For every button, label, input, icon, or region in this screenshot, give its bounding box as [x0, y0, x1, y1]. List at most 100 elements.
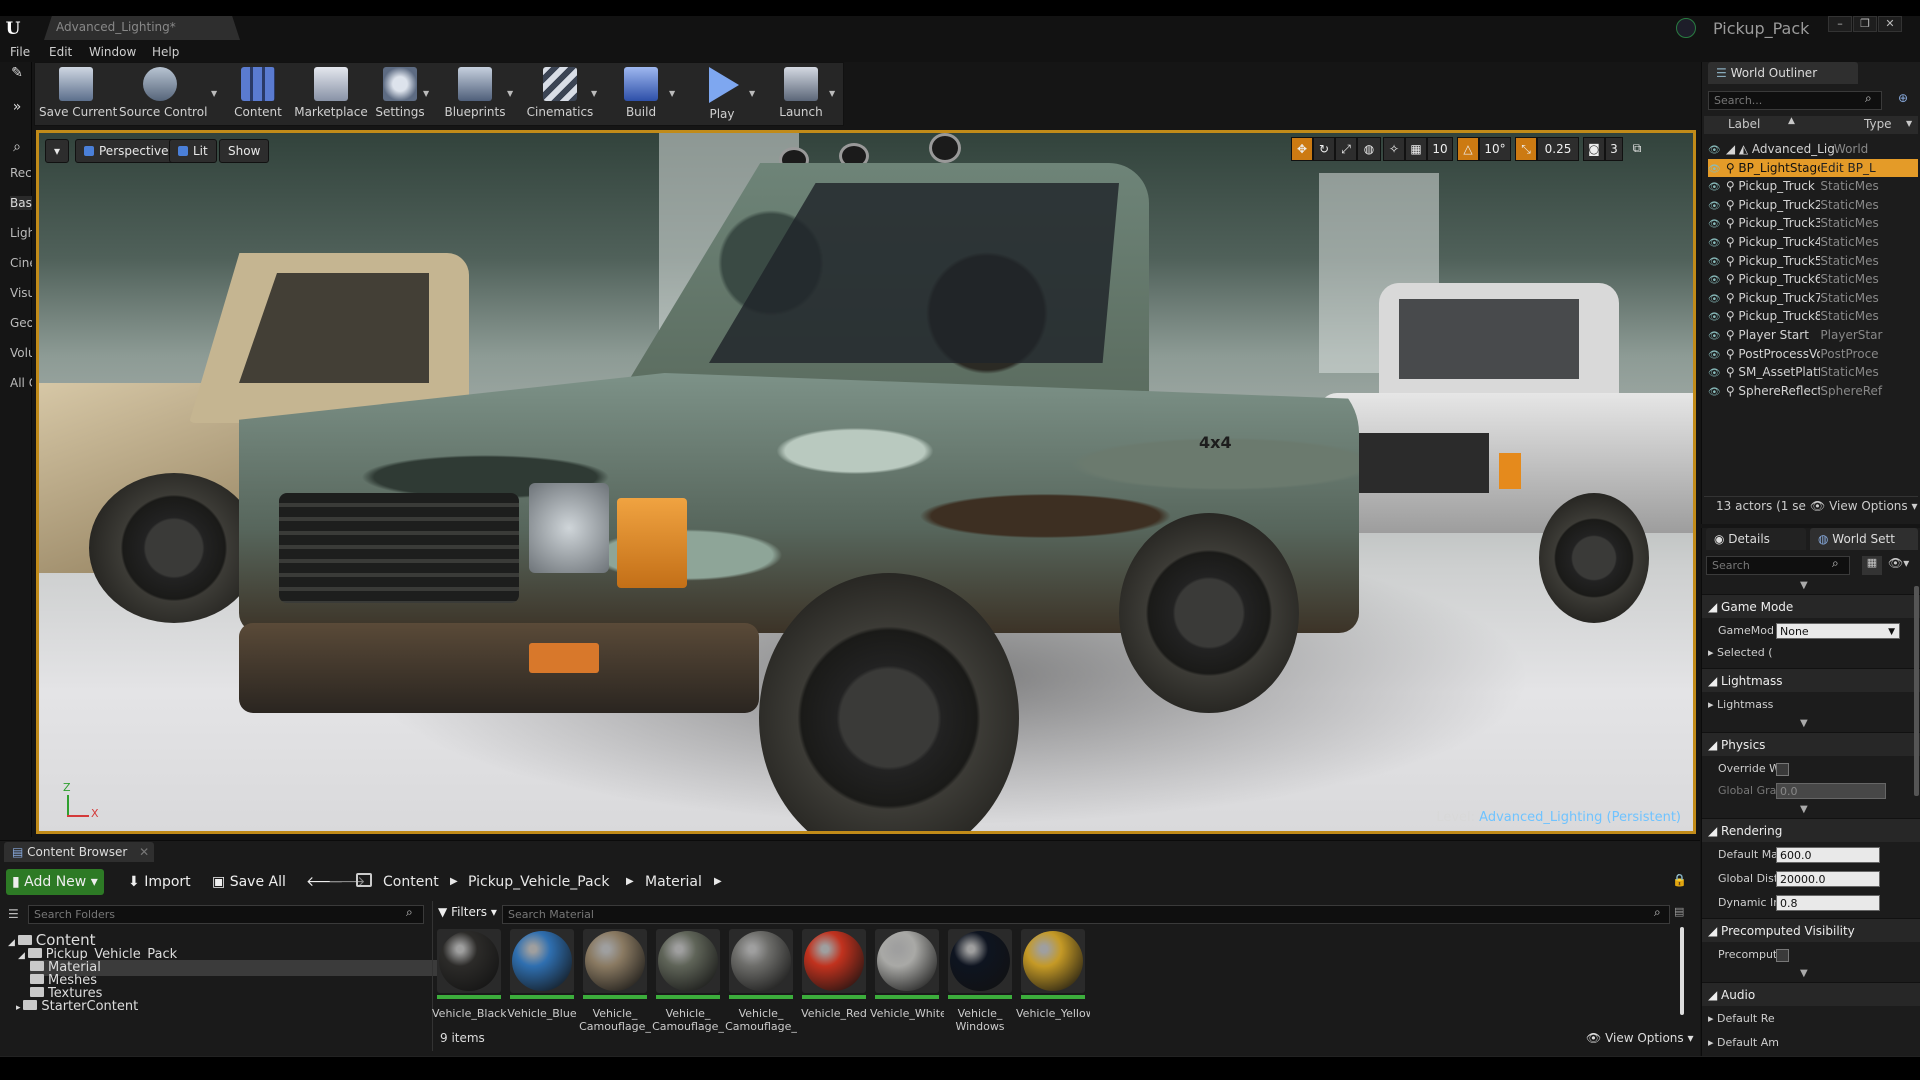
outliner-row[interactable]: 👁 ⚲ Pickup_Truck7StaticMes — [1708, 289, 1918, 307]
tree-toggle-icon[interactable]: ☰ — [8, 907, 19, 921]
perspective-button[interactable]: Perspective — [75, 139, 178, 163]
gamemode-dropdown[interactable]: None ▼ — [1776, 623, 1900, 639]
col-type-header[interactable]: Type — [1864, 117, 1892, 131]
override-gravity-checkbox[interactable] — [1776, 763, 1789, 776]
asset-scrollbar[interactable] — [1680, 927, 1684, 1015]
collapse-chevron-icon[interactable]: ▼ — [1800, 580, 1808, 591]
outliner-view-options[interactable]: 👁 View Options ▾ — [1810, 496, 1918, 516]
translate-tool-icon[interactable]: ✥ — [1291, 137, 1313, 161]
lit-button[interactable]: Lit — [169, 139, 217, 163]
material-asset-tile[interactable] — [875, 929, 939, 1003]
tab-world-settings[interactable]: ◍ World Sett — [1810, 528, 1918, 550]
menu-window[interactable]: Window — [80, 42, 145, 62]
material-asset-tile[interactable] — [583, 929, 647, 1003]
lightmass-settings-row[interactable]: ▸ Lightmass — [1702, 694, 1914, 716]
cb-view-options[interactable]: 👁 View Options ▾ — [1586, 1031, 1694, 1045]
expand-modes-icon[interactable]: » — [6, 96, 28, 118]
expand-chevron-icon[interactable]: ▼ — [1800, 968, 1808, 979]
visibility-eye-icon[interactable]: 👁 — [1708, 328, 1722, 344]
default-ambient-row[interactable]: ▸ Default Am — [1702, 1032, 1914, 1054]
grid-snap-icon[interactable]: ▦ — [1405, 137, 1427, 161]
outliner-row[interactable]: 👁 ⚲ BP_LightStageEdit BP_L — [1708, 158, 1918, 177]
global-distance-field[interactable]: 20000.0 — [1776, 871, 1880, 887]
breadcrumb-pickup-vehicle-pack[interactable]: Pickup_Vehicle_Pack — [468, 869, 609, 895]
rotate-tool-icon[interactable]: ↻ — [1313, 137, 1335, 161]
build-dropdown-icon[interactable]: ▼ — [669, 89, 675, 98]
save-current-button[interactable]: Save Current — [39, 63, 117, 125]
save-all-button[interactable]: ▣ Save All — [206, 869, 292, 895]
visibility-eye-icon[interactable]: 👁 — [1708, 254, 1722, 270]
visibility-eye-icon[interactable]: 👁 — [1708, 179, 1722, 195]
outliner-row[interactable]: 👁 ⚲ Pickup_Truck3StaticMes — [1708, 214, 1918, 232]
col-label-header[interactable]: Label — [1728, 117, 1760, 131]
material-asset-tile[interactable] — [437, 929, 501, 1003]
outliner-row[interactable]: 👁 ⚲ SphereReflecticSphereRef — [1708, 382, 1918, 400]
outliner-search-input[interactable]: Search... — [1708, 91, 1882, 110]
level-viewport[interactable]: 4x4 ▾ Perspective Lit Show ✥ ↻ ⤢ ◍ ✧ ▦ 1… — [36, 130, 1696, 834]
grid-snap-value[interactable]: 10 — [1427, 137, 1453, 161]
visibility-eye-icon[interactable]: 👁 — [1708, 161, 1722, 177]
camera-speed-icon[interactable]: ◙ — [1583, 137, 1605, 161]
search-folders-input[interactable]: Search Folders — [28, 905, 424, 924]
material-asset-tile[interactable] — [656, 929, 720, 1003]
visibility-eye-icon[interactable]: 👁 — [1708, 309, 1722, 325]
visibility-eye-icon[interactable]: 👁 — [1708, 347, 1722, 363]
filter-options-icon[interactable]: ▤ — [1674, 905, 1684, 918]
filters-button[interactable]: ▼ Filters ▾ — [438, 905, 497, 919]
pickup-truck-camouflage[interactable]: 4x4 — [239, 133, 1399, 831]
expand-arrow-icon[interactable]: ▸ — [16, 1003, 23, 1013]
source-control-button[interactable]: Source Control — [119, 63, 207, 125]
visibility-filter-icon[interactable]: 👁▾ — [1888, 556, 1909, 570]
surface-snap-icon[interactable]: ✧ — [1383, 137, 1405, 161]
outliner-row[interactable]: 👁 ⚲ Player Start PlayerStar — [1708, 326, 1918, 344]
expand-chevron-icon[interactable]: ▼ — [1800, 718, 1808, 729]
category-game-mode[interactable]: ◢ Game Mode — [1702, 594, 1920, 618]
place-mode-icon[interactable]: ✎ — [6, 62, 28, 84]
col-type-dropdown-icon[interactable]: ▼ — [1906, 119, 1912, 128]
outliner-row[interactable]: 👁 ⚲ Pickup_Truck2StaticMes — [1708, 196, 1918, 214]
unreal-logo-icon[interactable]: U — [2, 18, 24, 40]
add-filter-icon[interactable]: ⊕ — [1898, 91, 1908, 105]
settings-dropdown-icon[interactable]: ▼ — [423, 89, 429, 98]
default-max-field[interactable]: 600.0 — [1776, 847, 1880, 863]
build-button[interactable]: Build — [613, 63, 669, 125]
level-tab[interactable]: Advanced_Lighting* — [44, 16, 240, 40]
search-icon[interactable]: ⌕ — [6, 136, 28, 158]
menu-help[interactable]: Help — [143, 42, 188, 62]
cinematics-button[interactable]: Cinematics — [519, 63, 601, 125]
import-button[interactable]: ⬇ Import — [122, 869, 197, 895]
camera-speed-value[interactable]: 3 — [1605, 137, 1623, 161]
outliner-row[interactable]: 👁 ⚲ Pickup_Truck6StaticMes — [1708, 270, 1918, 288]
launch-dropdown-icon[interactable]: ▼ — [829, 89, 835, 98]
category-lightmass[interactable]: ◢ Lightmass — [1702, 668, 1920, 692]
settings-button[interactable]: Settings — [369, 63, 431, 125]
material-asset-tile[interactable] — [510, 929, 574, 1003]
mode-basic[interactable]: Bas — [10, 196, 32, 210]
play-dropdown-icon[interactable]: ▼ — [749, 89, 755, 98]
close-tab-icon[interactable]: ✕ — [139, 845, 149, 859]
outliner-row-world[interactable]: 👁 ◢ ◭ Advanced_LightirWorld — [1708, 140, 1918, 158]
material-asset-tile[interactable] — [1021, 929, 1085, 1003]
rotation-snap-value[interactable]: 10° — [1479, 137, 1511, 161]
lock-icon[interactable]: 🔒 — [1672, 873, 1687, 887]
cinematics-dropdown-icon[interactable]: ▼ — [591, 89, 597, 98]
material-asset-tile[interactable] — [802, 929, 866, 1003]
precomputed-checkbox[interactable] — [1776, 949, 1789, 962]
marketplace-button[interactable]: Marketplace — [289, 63, 373, 125]
content-button[interactable]: Content — [231, 63, 285, 125]
expand-arrow-icon[interactable]: ◢ — [8, 938, 18, 948]
visibility-eye-icon[interactable]: 👁 — [1708, 384, 1722, 400]
scale-snap-value[interactable]: 0.25 — [1537, 137, 1579, 161]
material-asset-tile[interactable] — [948, 929, 1012, 1003]
blueprints-dropdown-icon[interactable]: ▼ — [507, 89, 513, 98]
category-precomputed-visibility[interactable]: ◢ Precomputed Visibility — [1702, 918, 1920, 942]
viewport-options-button[interactable]: ▾ — [45, 139, 69, 163]
blueprints-button[interactable]: Blueprints — [437, 63, 513, 125]
dynamic-indirect-field[interactable]: 0.8 — [1776, 895, 1880, 911]
breadcrumb-material[interactable]: Material — [645, 869, 702, 895]
play-button[interactable]: Play — [691, 63, 753, 125]
close-window-button[interactable]: ✕ — [1878, 16, 1902, 32]
visibility-eye-icon[interactable]: 👁 — [1708, 235, 1722, 251]
mode-volumes[interactable]: Volu — [10, 346, 32, 360]
show-button[interactable]: Show — [219, 139, 270, 163]
